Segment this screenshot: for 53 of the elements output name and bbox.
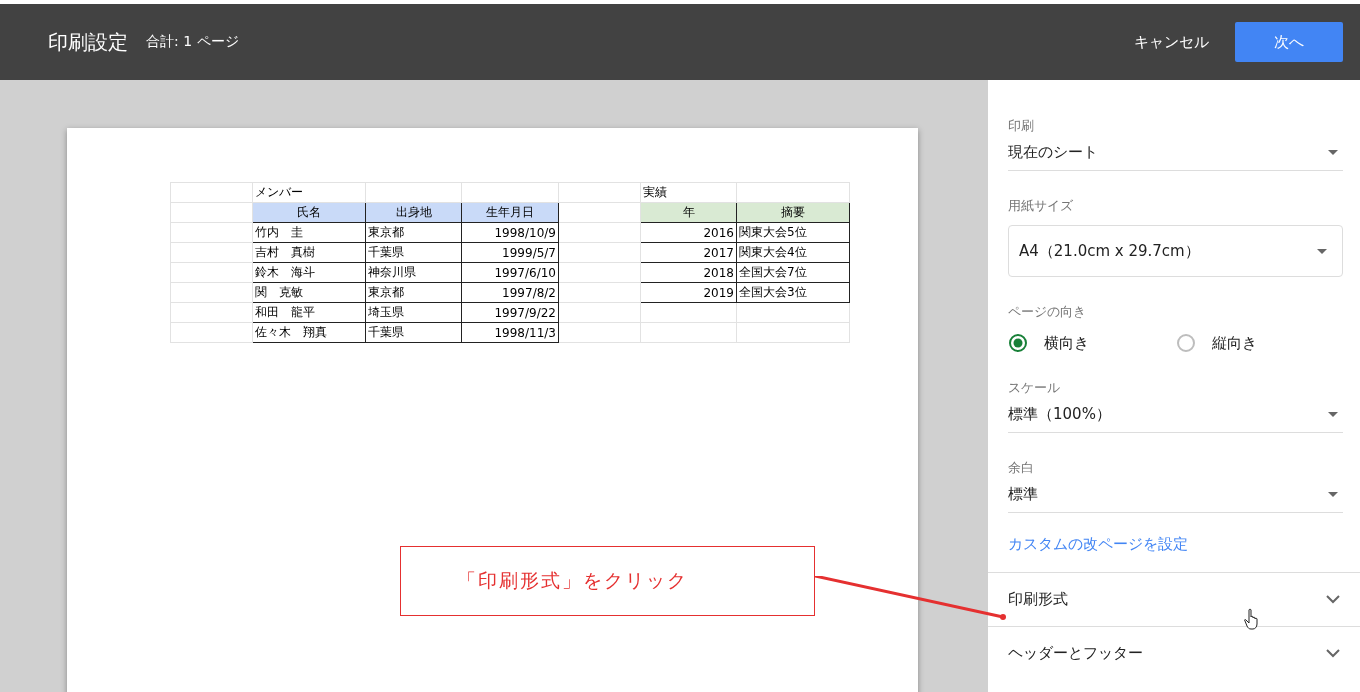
- dropdown-arrow-icon: [1328, 150, 1338, 155]
- table-cell: 関 克敏: [252, 282, 366, 303]
- table-cell: 2019: [640, 282, 737, 303]
- radio-label: 縦向き: [1211, 333, 1257, 353]
- cancel-button[interactable]: キャンセル: [1128, 26, 1215, 58]
- table-cell: 竹内 圭: [252, 222, 366, 243]
- next-button[interactable]: 次へ: [1235, 22, 1343, 62]
- table-cell: 全国大会3位: [736, 282, 850, 303]
- table-cell: 2018: [640, 262, 737, 283]
- setting-label: スケール: [1008, 379, 1061, 397]
- table-cell: 東京都: [365, 282, 462, 303]
- table-cell: 千葉県: [365, 242, 462, 263]
- table-cell: 1997/8/2: [461, 282, 559, 303]
- dropdown[interactable]: 現在のシート: [1008, 141, 1343, 171]
- table-cell: 1997/9/22: [461, 302, 559, 323]
- radio-button[interactable]: [1175, 333, 1196, 353]
- table-cell: 和田 龍平: [252, 302, 366, 323]
- dropdown[interactable]: A4（21.0cm x 29.7cm）: [1008, 225, 1343, 277]
- table-cell: 吉村 真樹: [252, 242, 366, 263]
- radio-button[interactable]: [1008, 333, 1028, 353]
- callout-box: 「印刷形式」をクリック: [400, 546, 815, 616]
- dropdown-arrow-icon: [1328, 412, 1338, 417]
- page-count: 合計: 1 ページ: [146, 33, 239, 51]
- table-cell: 1998/10/9: [461, 222, 559, 243]
- setting-label: 用紙サイズ: [1008, 197, 1074, 215]
- dialog-title: 印刷設定: [48, 28, 128, 56]
- table-cell: 全国大会7位: [736, 262, 850, 283]
- dropdown-arrow-icon: [1328, 492, 1338, 497]
- dropdown[interactable]: 標準（100%）: [1008, 403, 1343, 433]
- dropdown-arrow-icon: [1317, 248, 1327, 254]
- table-cell: 東京都: [365, 222, 462, 243]
- table-cell: 神奈川県: [365, 262, 462, 283]
- table-cell: 佐々木 翔真: [252, 322, 366, 343]
- table-cell: 鈴木 海斗: [252, 262, 366, 283]
- table-title: 実績: [640, 182, 737, 203]
- custom-page-break-link[interactable]: カスタムの改ページを設定: [1008, 535, 1188, 554]
- table-cell: 2017: [640, 242, 737, 263]
- table-cell: 1997/6/10: [461, 262, 559, 283]
- accordion-section[interactable]: ヘッダーとフッター: [988, 626, 1360, 680]
- setting-label: 印刷: [1008, 117, 1035, 135]
- hand-cursor-icon: [1244, 608, 1260, 630]
- table-cell: 1999/5/7: [461, 242, 559, 263]
- table-cell: 2016: [640, 222, 737, 243]
- table-title: メンバー: [252, 182, 366, 203]
- setting-label: ページの向き: [1008, 303, 1087, 321]
- table-cell: 1998/11/3: [461, 322, 559, 343]
- radio-label: 横向き: [1044, 333, 1089, 353]
- table-cell: 千葉県: [365, 322, 462, 343]
- table-cell: 関東大会5位: [736, 222, 850, 243]
- dropdown[interactable]: 標準: [1008, 483, 1343, 513]
- setting-label: 余白: [1008, 459, 1035, 477]
- table-cell: 埼玉県: [365, 302, 462, 323]
- table-cell: 関東大会4位: [736, 242, 850, 263]
